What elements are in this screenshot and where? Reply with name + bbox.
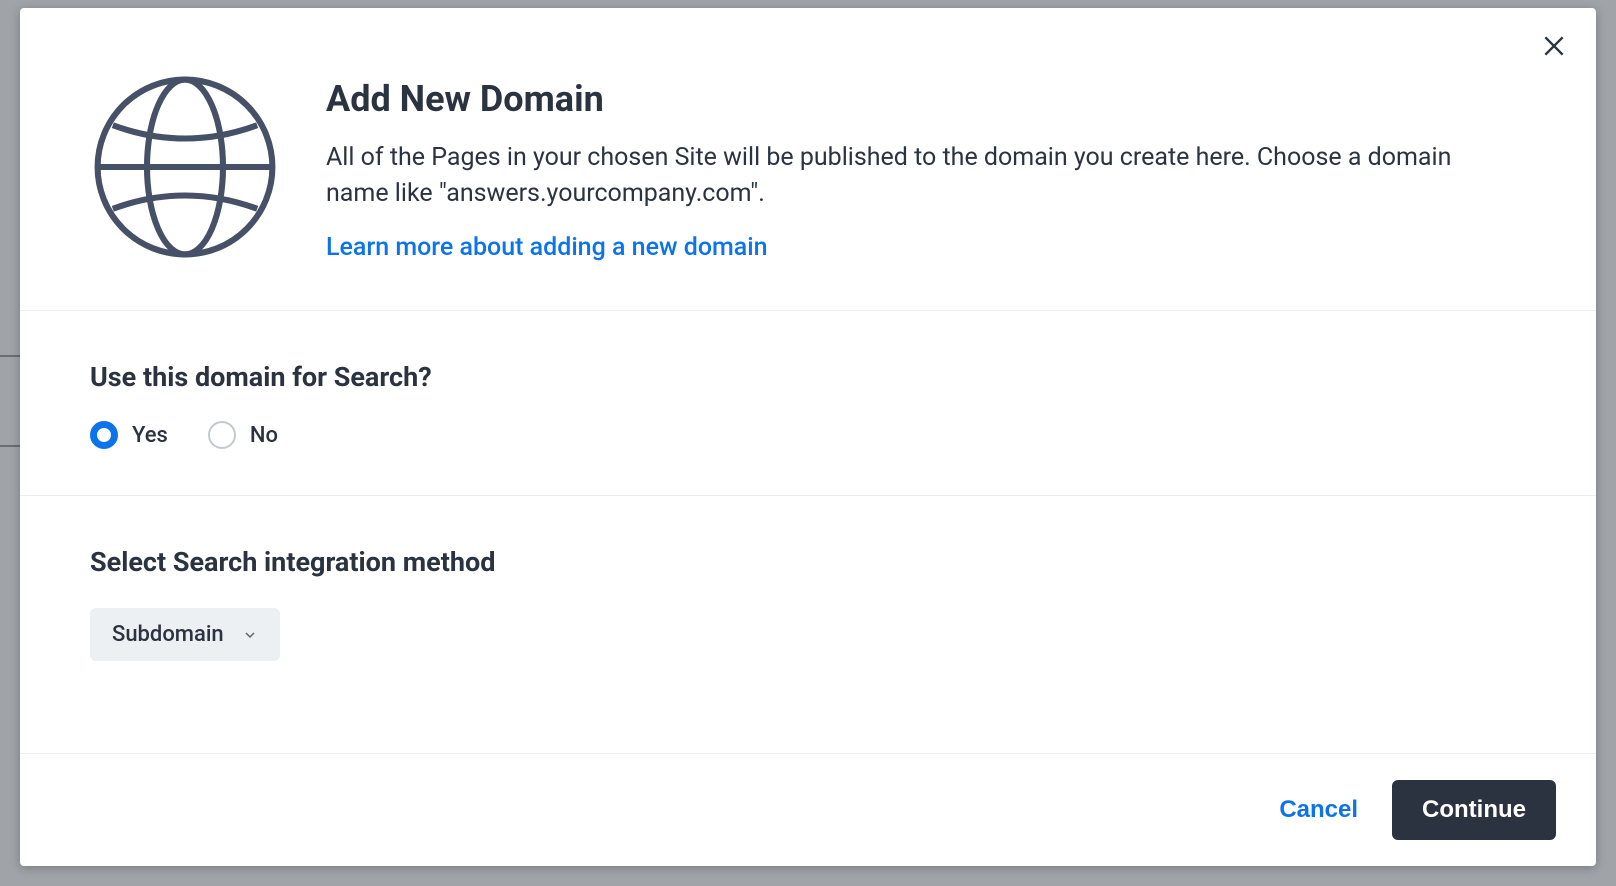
close-button[interactable] [1538,30,1570,62]
continue-button[interactable]: Continue [1392,780,1556,840]
chevron-down-icon [242,627,258,643]
radio-icon [208,421,236,449]
radio-option-yes[interactable]: Yes [90,421,168,449]
add-domain-modal: Add New Domain All of the Pages in your … [20,8,1596,866]
modal-description: All of the Pages in your chosen Site wil… [326,140,1476,213]
search-usage-label: Use this domain for Search? [90,361,1526,393]
search-usage-section: Use this domain for Search? Yes No [20,311,1596,496]
header-text: Add New Domain All of the Pages in your … [326,68,1526,262]
search-usage-radio-group: Yes No [90,421,1526,449]
modal-header: Add New Domain All of the Pages in your … [20,8,1596,311]
globe-icon [90,72,280,262]
learn-more-link[interactable]: Learn more about adding a new domain [326,233,768,262]
radio-icon [90,421,118,449]
integration-method-section: Select Search integration method Subdoma… [20,496,1596,754]
radio-label-no: No [250,423,278,448]
integration-method-dropdown[interactable]: Subdomain [90,608,280,661]
radio-option-no[interactable]: No [208,421,278,449]
cancel-button[interactable]: Cancel [1279,796,1358,824]
modal-footer: Cancel Continue [20,754,1596,866]
modal-title: Add New Domain [326,78,1526,120]
dropdown-selected-value: Subdomain [112,622,224,647]
radio-label-yes: Yes [132,423,168,448]
close-icon [1541,33,1567,59]
integration-method-label: Select Search integration method [90,546,1526,578]
